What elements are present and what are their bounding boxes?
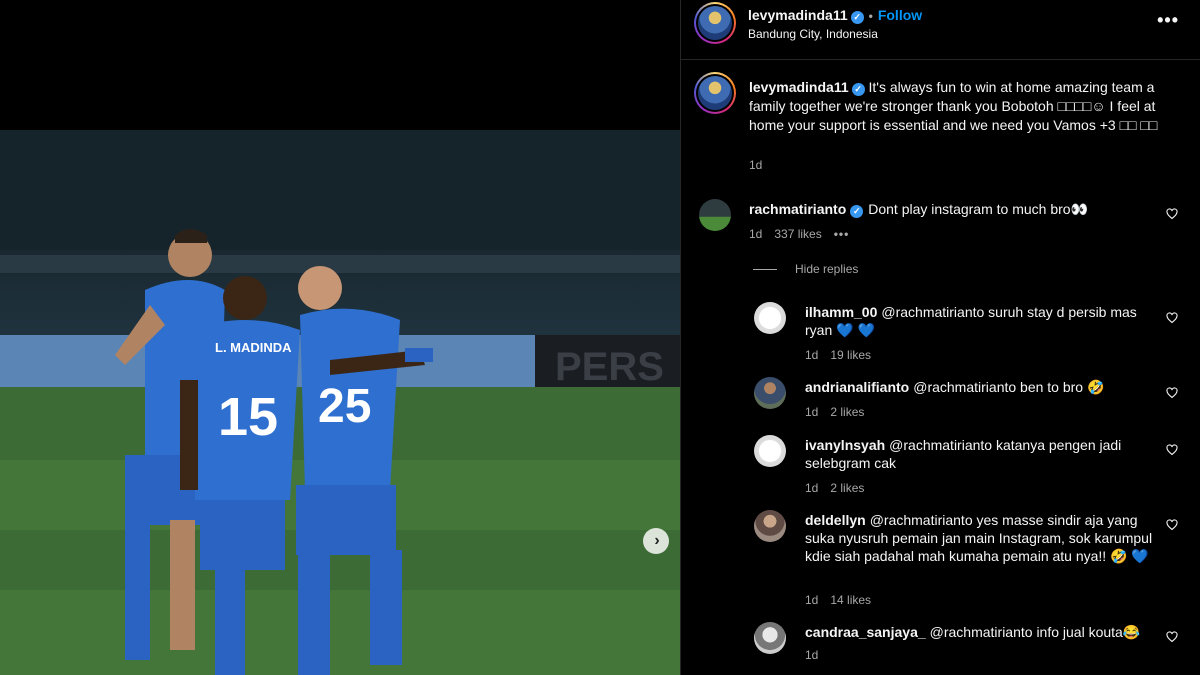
post-sidebar: levymadinda11 ✓ • Follow Bandung City, Indo… (680, 0, 1200, 675)
reply-username[interactable]: ilhamm_00 (805, 304, 877, 320)
stadium-railing (0, 255, 680, 273)
author-username[interactable]: levymadinda11 (748, 7, 848, 23)
divider-line (753, 268, 777, 270)
avatar-image (698, 76, 732, 110)
svg-text:L. MADINDA: L. MADINDA (215, 340, 292, 355)
reply-meta: 1d 19 likes (805, 348, 883, 362)
comment-likes[interactable]: 337 likes (774, 227, 821, 241)
more-options-button[interactable]: ••• (1157, 10, 1179, 31)
post-photo[interactable]: PERS L. MADINDA 15 25 › (0, 130, 680, 675)
reply-likes[interactable]: 19 likes (830, 348, 871, 362)
hide-replies-label: Hide replies (795, 262, 859, 276)
follow-button[interactable]: Follow (878, 7, 922, 23)
avatar-image (698, 6, 732, 40)
reply-meta: 1d (805, 648, 830, 662)
comment-time[interactable]: 1d (749, 227, 762, 241)
like-heart-icon[interactable] (1166, 631, 1178, 643)
reply-username[interactable]: ivanylnsyah (805, 437, 885, 453)
like-heart-icon[interactable] (1166, 444, 1178, 456)
like-heart-icon[interactable] (1166, 208, 1178, 220)
reply-meta: 1d 2 likes (805, 481, 876, 495)
ad-board-text: PERS (555, 345, 664, 389)
reply-likes[interactable]: 14 likes (830, 593, 871, 607)
reply-body: deldellyn @rachmatirianto yes masse sindi… (805, 511, 1155, 565)
reply-likes[interactable]: 2 likes (830, 481, 864, 495)
author-avatar[interactable] (694, 2, 736, 44)
next-image-button[interactable]: › (643, 528, 669, 554)
reply-text: @rachmatirianto ben to bro 🤣 (913, 379, 1105, 395)
svg-text:25: 25 (318, 380, 371, 433)
reply-body: andrianalifianto @rachmatirianto ben to b… (805, 378, 1155, 396)
comment-meta: 1d 337 likes ••• (749, 227, 861, 241)
comment-body: rachmatirianto ✓ Dont play instagram to mu… (749, 200, 1149, 218)
reply-username[interactable]: andrianalifianto (805, 379, 909, 395)
chevron-right-icon: › (654, 532, 660, 549)
reply-time[interactable]: 1d (805, 405, 818, 419)
like-heart-icon[interactable] (1166, 312, 1178, 324)
reply-meta: 1d 2 likes (805, 405, 876, 419)
post-location[interactable]: Bandung City, Indonesia (748, 27, 878, 41)
separator-dot: • (868, 9, 873, 23)
reply-likes[interactable]: 2 likes (830, 405, 864, 419)
post-header: levymadinda11 ✓ • Follow Bandung City, Indo… (681, 0, 1200, 60)
caption-timestamp[interactable]: 1d (749, 158, 762, 172)
reply-avatar[interactable] (754, 377, 786, 409)
comment-avatar[interactable] (699, 199, 731, 231)
like-heart-icon[interactable] (1166, 519, 1178, 531)
media-pane: PERS L. MADINDA 15 25 › (0, 0, 680, 675)
reply-avatar[interactable] (754, 622, 786, 654)
more-horizontal-icon: ••• (1157, 10, 1179, 30)
comment-text: Dont play instagram to much bro👀 (868, 201, 1088, 217)
reply-text: @rachmatirianto info jual kouta😂 (929, 624, 1141, 640)
stadium-stands (0, 130, 680, 250)
comment-username[interactable]: rachmatirianto (749, 201, 846, 217)
svg-text:15: 15 (218, 387, 278, 447)
reply-time[interactable]: 1d (805, 481, 818, 495)
reply-time[interactable]: 1d (805, 593, 818, 607)
pitch-stripe (0, 590, 680, 675)
verified-badge-icon: ✓ (850, 11, 864, 24)
reply-body: ilhamm_00 @rachmatirianto suruh stay d pe… (805, 303, 1155, 339)
author-line: levymadinda11 ✓ • Follow (748, 7, 922, 24)
comment-options-icon[interactable]: ••• (834, 227, 850, 241)
reply-avatar[interactable] (754, 302, 786, 334)
verified-badge-icon: ✓ (851, 83, 865, 96)
reply-avatar[interactable] (754, 510, 786, 542)
reply-username[interactable]: candraa_sanjaya_ (805, 624, 926, 640)
post-caption: levymadinda11 ✓ It's always fun to win at… (749, 78, 1169, 135)
verified-badge-icon: ✓ (850, 205, 864, 218)
reply-time[interactable]: 1d (805, 348, 818, 362)
reply-meta: 1d 14 likes (805, 593, 883, 607)
reply-body: ivanylnsyah @rachmatirianto katanya penge… (805, 436, 1155, 472)
football-players-photo: PERS L. MADINDA 15 25 (0, 130, 680, 675)
reply-body: candraa_sanjaya_ @rachmatirianto info jua… (805, 623, 1155, 641)
caption-author-avatar[interactable] (694, 72, 736, 114)
reply-username[interactable]: deldellyn (805, 512, 866, 528)
reply-avatar[interactable] (754, 435, 786, 467)
hide-replies-button[interactable]: Hide replies (753, 262, 858, 276)
reply-time[interactable]: 1d (805, 648, 818, 662)
caption-username[interactable]: levymadinda11 (749, 79, 849, 95)
like-heart-icon[interactable] (1166, 387, 1178, 399)
